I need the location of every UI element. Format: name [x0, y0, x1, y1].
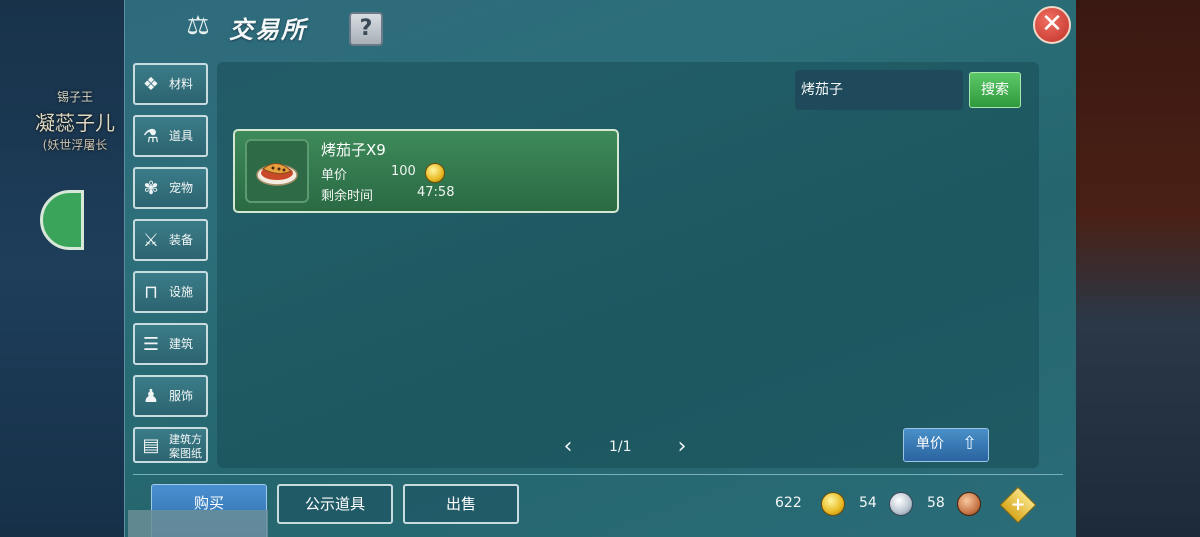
copper-amount: 58 — [927, 495, 945, 511]
table-icon: ⊓ — [143, 282, 159, 303]
category-clothing[interactable]: ♟ 服饰 — [133, 375, 208, 417]
category-materials[interactable]: ❖ 材料 — [133, 63, 208, 105]
close-button[interactable]: ✕ — [1033, 6, 1071, 44]
npc-nameplate: 锡子王 凝蕊子儿 (妖世浮屠长 — [20, 88, 130, 153]
item-price-label: 单价 — [321, 168, 348, 183]
category-buildings[interactable]: ☰ 建筑 — [133, 323, 208, 365]
help-button[interactable]: ? — [349, 12, 383, 46]
exchange-panel: ⚖ 交易所 ? ✕ ❖ 材料 ⚗ 道具 ✾ 宠物 ⚔ 装备 ⊓ 设施 ☰ 建筑 … — [124, 0, 1076, 537]
sword-shield-icon: ⚔ — [142, 230, 160, 251]
category-label-line1: 建筑方 — [169, 433, 202, 446]
category-label: 宠物 — [169, 181, 194, 195]
search-button[interactable]: 搜索 — [969, 72, 1021, 108]
category-pets[interactable]: ✾ 宠物 — [133, 167, 208, 209]
search-input[interactable]: 烤茄子 — [795, 70, 963, 110]
category-props[interactable]: ⚗ 道具 — [133, 115, 208, 157]
sort-label: 单价 — [916, 436, 944, 452]
category-label: 服饰 — [169, 389, 194, 403]
panel-title: 交易所 — [229, 16, 307, 44]
plus-icon: + — [1010, 494, 1026, 515]
flask-icon: ⚗ — [142, 126, 160, 147]
silver-coin-icon — [889, 492, 913, 516]
category-blueprints[interactable]: ▤ 建筑方 案图纸 — [133, 427, 208, 463]
gold-coin-icon — [425, 163, 445, 183]
prev-page-button[interactable]: ‹ — [559, 436, 577, 460]
category-label: 建筑 — [169, 337, 194, 351]
material-icon: ❖ — [142, 74, 160, 95]
sort-by-price-button[interactable]: 单价 ⇧ — [903, 428, 989, 462]
redacted-overlay — [128, 510, 268, 537]
item-icon-frame — [245, 139, 309, 203]
category-label: 设施 — [169, 285, 194, 299]
listing-card[interactable]: 烤茄子X9 单价 100 剩余时间 47:58 — [233, 129, 619, 213]
blueprint-icon: ▤ — [142, 435, 160, 456]
game-world-left — [0, 0, 125, 537]
listing-area: 烤茄子 搜索 烤茄子X9 单价 100 剩余时间 47:58 ‹ 1/1 › 单… — [217, 62, 1039, 468]
category-label: 建筑方 案图纸 — [169, 433, 202, 471]
item-price-value: 100 — [391, 164, 416, 179]
category-label: 材料 — [169, 77, 194, 91]
add-currency-button[interactable]: + — [999, 486, 1037, 524]
paw-icon: ✾ — [143, 178, 159, 199]
category-label: 装备 — [169, 233, 194, 247]
page-indicator: 1/1 — [609, 439, 632, 455]
npc-title: 锡子王 — [56, 90, 93, 104]
remaining-time-value: 47:58 — [417, 185, 455, 200]
next-page-button[interactable]: › — [673, 436, 691, 460]
clothes-icon: ♟ — [142, 386, 160, 407]
building-icon: ☰ — [142, 334, 160, 355]
tab-display-items[interactable]: 公示道具 — [277, 484, 393, 524]
copper-coin-icon — [957, 492, 981, 516]
category-label: 道具 — [169, 129, 194, 143]
gold-coin-icon — [821, 492, 845, 516]
silver-amount: 54 — [859, 495, 877, 511]
roasted-eggplant-icon — [256, 163, 298, 186]
npc-subtitle: (妖世浮屠长 — [42, 138, 108, 152]
category-equipment[interactable]: ⚔ 装备 — [133, 219, 208, 261]
item-name: 烤茄子X9 — [321, 141, 386, 159]
scale-icon: ⚖ — [186, 11, 210, 41]
category-label-line2: 案图纸 — [169, 447, 202, 460]
category-facilities[interactable]: ⊓ 设施 — [133, 271, 208, 313]
npc-name: 凝蕊子儿 — [35, 111, 115, 135]
remaining-time-label: 剩余时间 — [321, 189, 374, 204]
game-world-right — [1072, 0, 1200, 537]
gold-amount: 622 — [775, 495, 802, 511]
sort-arrow-icon: ⇧ — [962, 433, 978, 454]
bottom-divider — [133, 474, 1063, 475]
panel-header: ⚖ 交易所 ? ✕ — [125, 0, 1077, 56]
tab-sell[interactable]: 出售 — [403, 484, 519, 524]
